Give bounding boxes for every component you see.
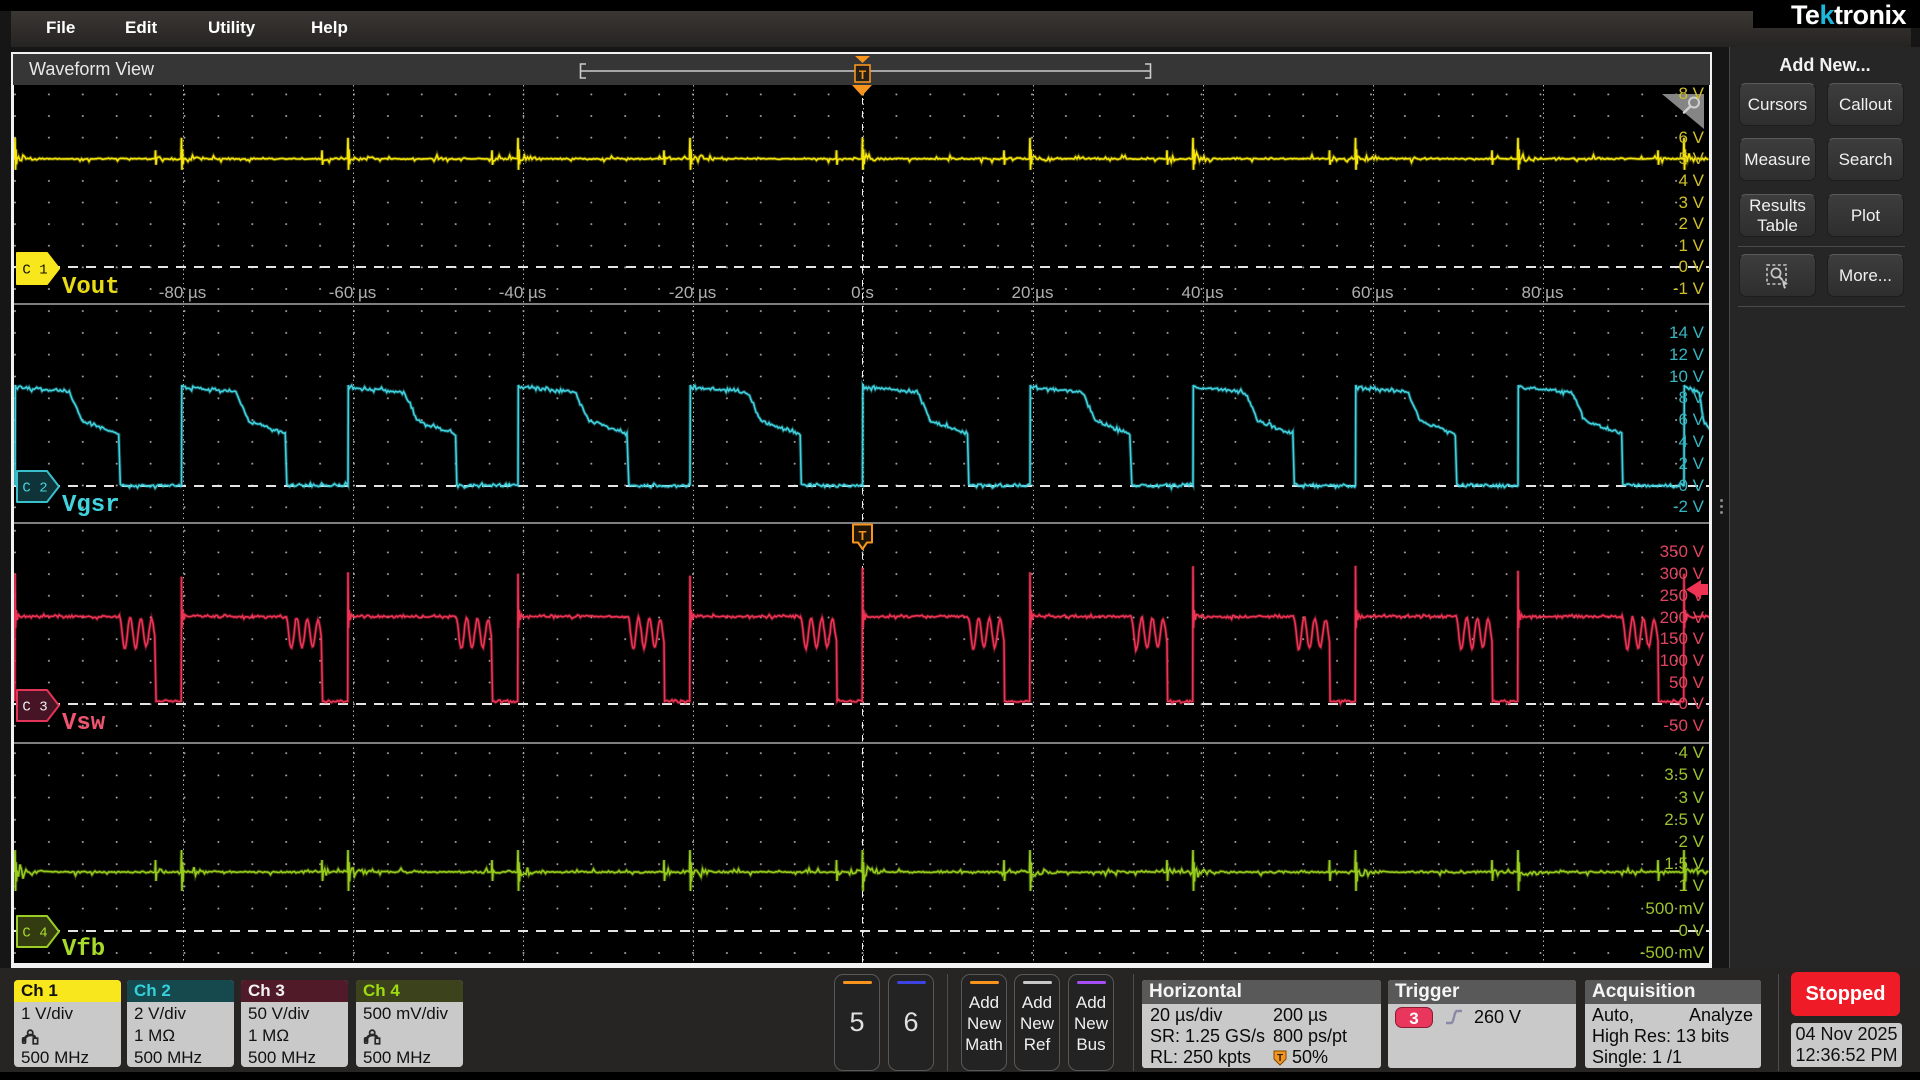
svg-text:T: T <box>1277 1053 1283 1064</box>
svg-text:T: T <box>859 68 867 82</box>
svg-text:T: T <box>859 528 867 543</box>
